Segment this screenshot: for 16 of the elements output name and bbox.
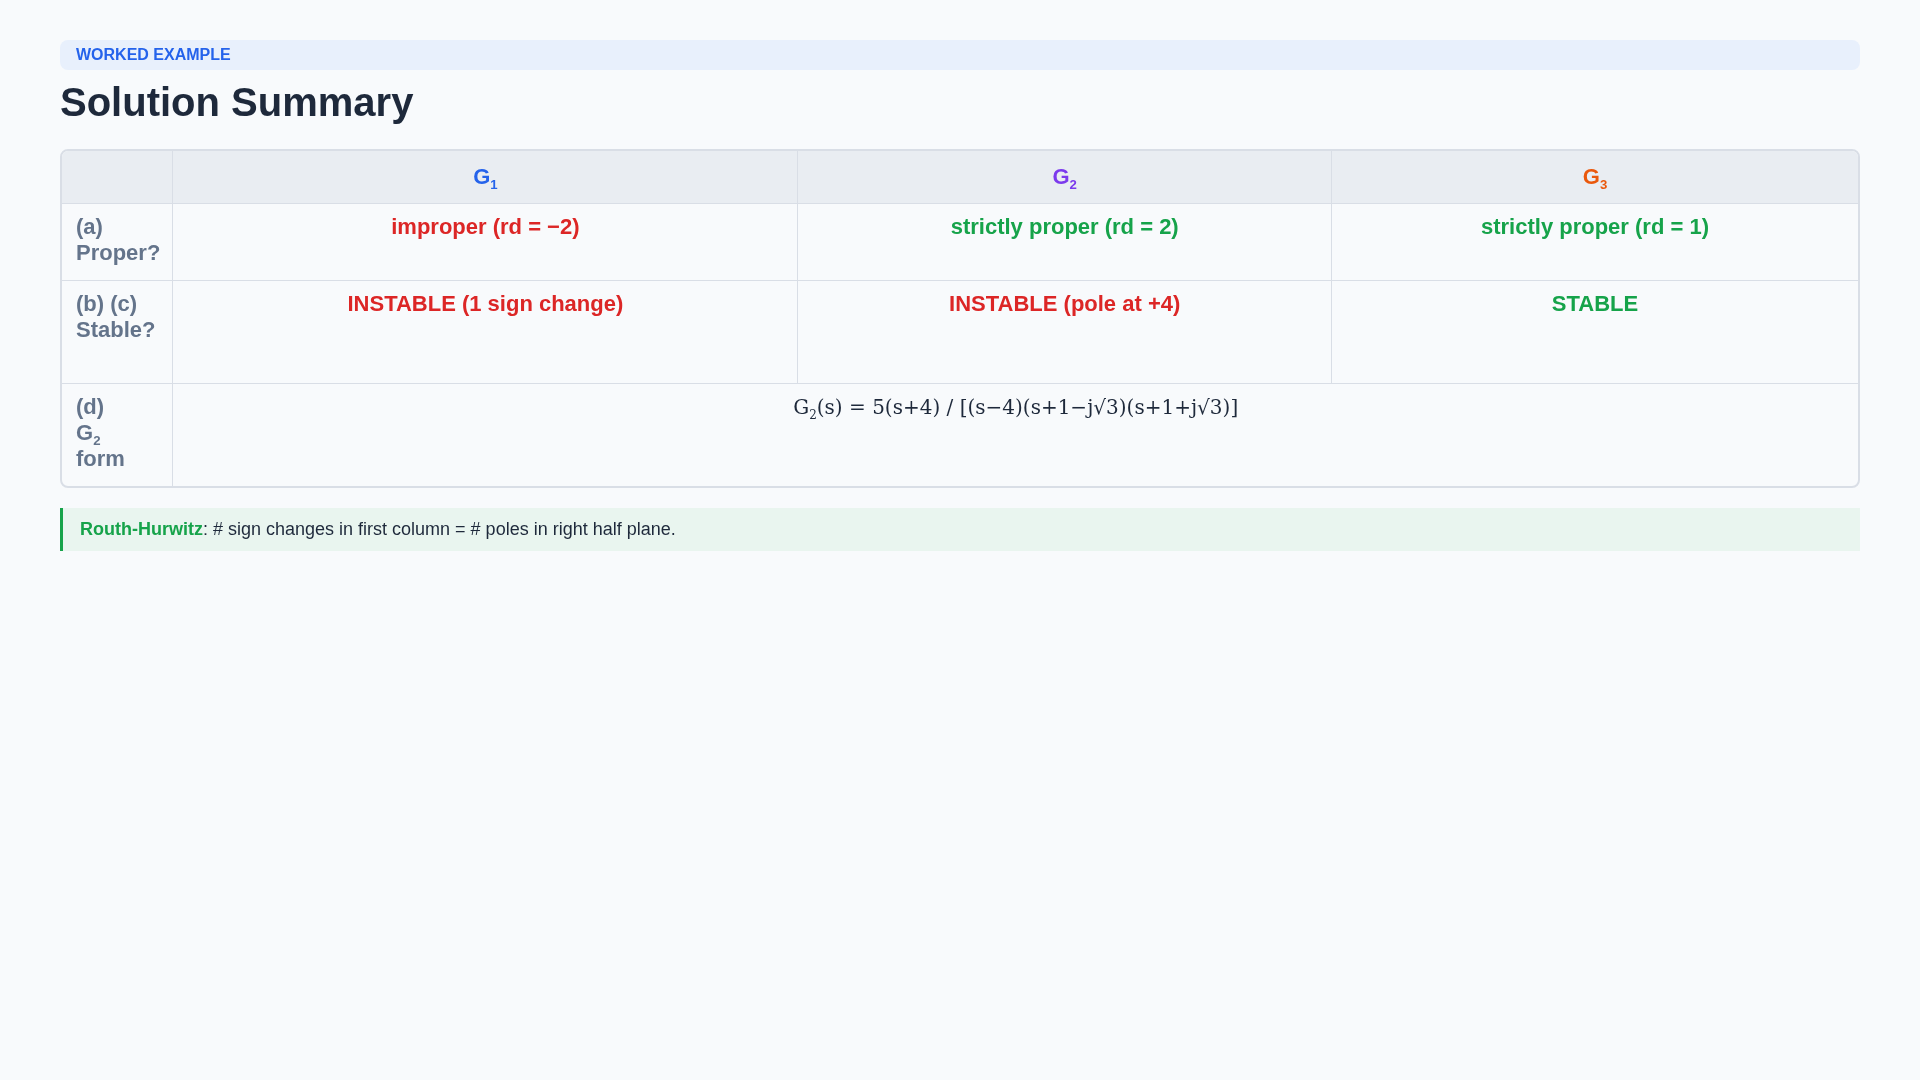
row-label: (d) G$_{2}$ form — [76, 394, 125, 472]
result-text: strictly proper (rd = 1) — [1481, 214, 1709, 239]
result-text: INSTABLE (1 sign change) — [347, 291, 624, 316]
column-header: G$_{2}$ — [797, 151, 1331, 204]
row-label: (b) (c) Stable? — [76, 291, 156, 343]
page-title: Solution Summary — [60, 80, 415, 125]
formula-text: G$_{2}$(s) = 5(s+4) / [(s−4)(s+1−j√3)(s+1+j√3)] — [793, 395, 1239, 419]
column-header: G$_{1}$ — [172, 151, 798, 204]
result-text: improper (rd = −2) — [391, 214, 580, 239]
note-callout: Routh-Hurwitz: # sign changes in first column = # poles in right half plane. — [60, 508, 1860, 551]
section-label: WORKED EXAMPLE — [76, 46, 231, 64]
result-text: strictly proper (rd = 2) — [950, 214, 1179, 239]
result-text: INSTABLE (pole at +4) — [949, 291, 1181, 316]
result-text: STABLE — [1551, 291, 1639, 316]
row-label: (a) Proper? — [76, 214, 161, 266]
column-header: G$_{3}$ — [1331, 151, 1858, 204]
